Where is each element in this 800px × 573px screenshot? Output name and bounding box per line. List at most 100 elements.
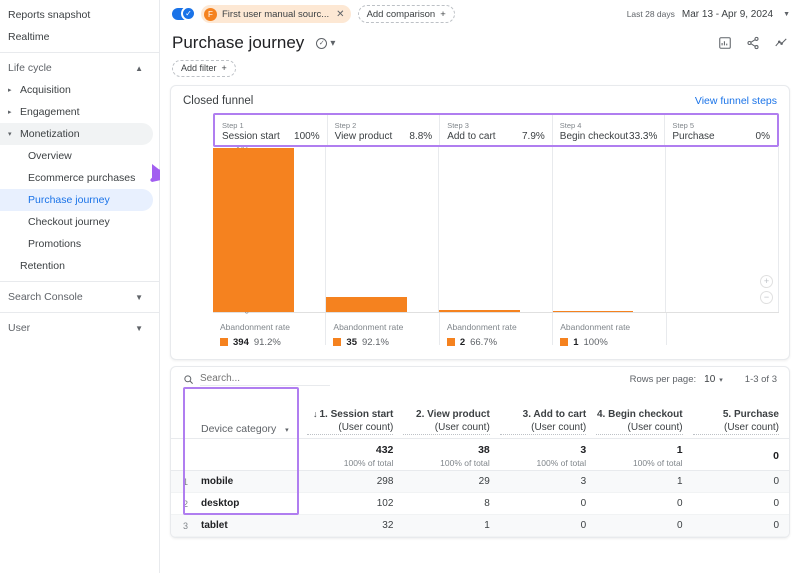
step-percent: 100% <box>294 131 320 142</box>
bar-view-product[interactable] <box>326 297 407 312</box>
comparison-chip[interactable]: F First user manual sourc... ✕ <box>201 5 351 23</box>
table-toolbar: Rows per page: 10 ▾ 1-3 of 3 <box>171 367 789 393</box>
sidebar-item-realtime[interactable]: Realtime <box>0 26 153 48</box>
totals-row: 432 100% of total 38 100% of total 3 100… <box>171 439 789 471</box>
abandonment-count: 394 <box>233 337 249 348</box>
totals-sub: 100% of total <box>307 457 393 469</box>
chevron-down-icon[interactable]: ▼ <box>783 11 790 18</box>
date-range-picker[interactable]: Mar 13 - Apr 9, 2024 <box>682 9 773 20</box>
row-index-header <box>171 393 191 439</box>
sidebar-item-label: Purchase journey <box>28 194 110 206</box>
step-percent: 33.3% <box>629 131 657 142</box>
sidebar-item-acquisition[interactable]: ▸ Acquisition <box>0 79 153 101</box>
bar-column-session-start[interactable] <box>213 147 326 312</box>
table-row[interactable]: 1 mobile 298 29 3 1 0 <box>171 471 789 493</box>
bar-begin-checkout[interactable] <box>553 311 634 312</box>
share-icon[interactable] <box>746 36 760 50</box>
search-box[interactable] <box>183 373 343 386</box>
abandonment-label: Abandonment rate <box>333 322 403 332</box>
sidebar-item-label: Overview <box>28 150 72 162</box>
cell-session-start: 298 <box>307 471 403 493</box>
funnel-plot: 441 220 0 <box>213 147 779 313</box>
zoom-in-button[interactable]: + <box>760 275 773 288</box>
row-dimension[interactable]: desktop <box>191 493 307 515</box>
totals-value: 0 <box>693 450 779 463</box>
sidebar-item-promotions[interactable]: Promotions <box>0 233 153 255</box>
sidebar-item-monetization[interactable]: ▾ Monetization <box>0 123 153 145</box>
chevron-down-icon[interactable]: ▾ <box>719 376 723 384</box>
totals-sub: 100% of total <box>596 457 682 469</box>
sidebar-group-life-cycle[interactable]: Life cycle ▲ <box>0 57 153 79</box>
add-comparison-button[interactable]: Add comparison + <box>358 5 455 23</box>
main-content: ✓ F First user manual sourc... ✕ Add com… <box>160 0 800 573</box>
funnel-step-1[interactable]: Step 1 Session start 100% <box>215 115 328 145</box>
sidebar-item-purchase-journey[interactable]: Purchase journey <box>0 189 153 211</box>
sidebar-item-label: Engagement <box>20 106 80 118</box>
cell-view-product: 8 <box>403 493 499 515</box>
metric-header-sub: (User count) <box>596 421 682 435</box>
zoom-out-button[interactable]: − <box>760 291 773 304</box>
metric-header-purchase[interactable]: 5. Purchase (User count) <box>693 393 789 439</box>
bar-column-begin-checkout[interactable] <box>553 147 666 312</box>
funnel-step-2[interactable]: Step 2 View product 8.8% <box>328 115 441 145</box>
abandonment-label: Abandonment rate <box>447 322 517 332</box>
bar-add-to-cart[interactable] <box>439 310 520 312</box>
funnel-step-3[interactable]: Step 3 Add to cart 7.9% <box>440 115 553 145</box>
sidebar-group-search-console[interactable]: Search Console ▼ <box>0 286 153 308</box>
table-row[interactable]: 3 tablet 32 1 0 0 0 <box>171 515 789 537</box>
funnel-step-5[interactable]: Step 5 Purchase 0% <box>665 115 777 145</box>
sidebar-item-label: Realtime <box>8 31 49 43</box>
sidebar-item-overview[interactable]: Overview <box>0 145 153 167</box>
metric-header-add-to-cart[interactable]: 3. Add to cart (User count) <box>500 393 596 439</box>
funnel-step-4[interactable]: Step 4 Begin checkout 33.3% <box>553 115 666 145</box>
insights-icon[interactable] <box>774 36 788 50</box>
row-dimension[interactable]: mobile <box>191 471 307 493</box>
bar-column-view-product[interactable] <box>326 147 439 312</box>
metric-header-view-product[interactable]: 2. View product (User count) <box>403 393 499 439</box>
comparison-bar: ✓ F First user manual sourc... ✕ Add com… <box>160 0 800 28</box>
rows-per-page-select[interactable]: 10 <box>704 374 715 385</box>
dimension-header[interactable]: Device category ▾ <box>191 393 307 439</box>
chevron-up-icon: ▲ <box>135 64 143 73</box>
step-index: Step 2 <box>335 121 433 131</box>
totals-begin-checkout: 1 100% of total <box>596 439 692 471</box>
funnel-card: Closed funnel View funnel steps Step 1 S… <box>170 85 790 360</box>
totals-value: 38 <box>403 444 489 457</box>
analytics-app: Reports snapshot Realtime Life cycle ▲ ▸… <box>0 0 800 573</box>
row-dimension[interactable]: tablet <box>191 515 307 537</box>
sidebar-item-checkout-journey[interactable]: Checkout journey <box>0 211 153 233</box>
sidebar-item-reports-snapshot[interactable]: Reports snapshot <box>0 4 153 26</box>
edit-comparison-icon[interactable] <box>718 36 732 50</box>
metric-header-session-start[interactable]: ↓1. Session start (User count) <box>307 393 403 439</box>
sidebar-item-engagement[interactable]: ▸ Engagement <box>0 101 153 123</box>
totals-value: 3 <box>500 444 586 457</box>
totals-view-product: 38 100% of total <box>403 439 499 471</box>
close-icon[interactable]: ✕ <box>336 9 344 20</box>
add-filter-button[interactable]: Add filter + <box>172 60 236 77</box>
bar-column-add-to-cart[interactable] <box>439 147 552 312</box>
step-percent: 8.8% <box>409 131 432 142</box>
search-input[interactable] <box>200 373 330 386</box>
totals-session-start: 432 100% of total <box>307 439 403 471</box>
comparison-toggle[interactable]: ✓ <box>172 8 194 20</box>
cell-session-start: 32 <box>307 515 403 537</box>
sidebar-item-ecommerce-purchases[interactable]: Ecommerce purchases <box>0 167 153 189</box>
funnel-steps-row: Step 1 Session start 100% Step 2 View pr… <box>213 113 779 147</box>
bar-session-start[interactable] <box>213 148 294 312</box>
sidebar-item-retention[interactable]: Retention <box>0 255 153 277</box>
view-funnel-steps-link[interactable]: View funnel steps <box>695 95 777 107</box>
table-row[interactable]: 2 desktop 102 8 0 0 0 <box>171 493 789 515</box>
sidebar-item-label: Acquisition <box>20 84 71 96</box>
sidebar-divider-3 <box>0 312 159 313</box>
report-status-badge[interactable]: ✓ ▾ <box>311 37 340 50</box>
sidebar-item-label: Retention <box>20 260 65 272</box>
sidebar-group-user[interactable]: User ▼ <box>0 317 153 339</box>
row-index: 3 <box>171 515 191 537</box>
chevron-down-icon[interactable]: ▾ <box>285 427 289 434</box>
sidebar: Reports snapshot Realtime Life cycle ▲ ▸… <box>0 0 160 573</box>
check-circle-icon: ✓ <box>316 38 327 49</box>
metric-header-begin-checkout[interactable]: 4. Begin checkout (User count) <box>596 393 692 439</box>
abandonment-rate: 91.2% <box>254 337 281 348</box>
pagination-range: 1-3 of 3 <box>745 374 777 385</box>
sidebar-item-label: Ecommerce purchases <box>28 172 135 184</box>
